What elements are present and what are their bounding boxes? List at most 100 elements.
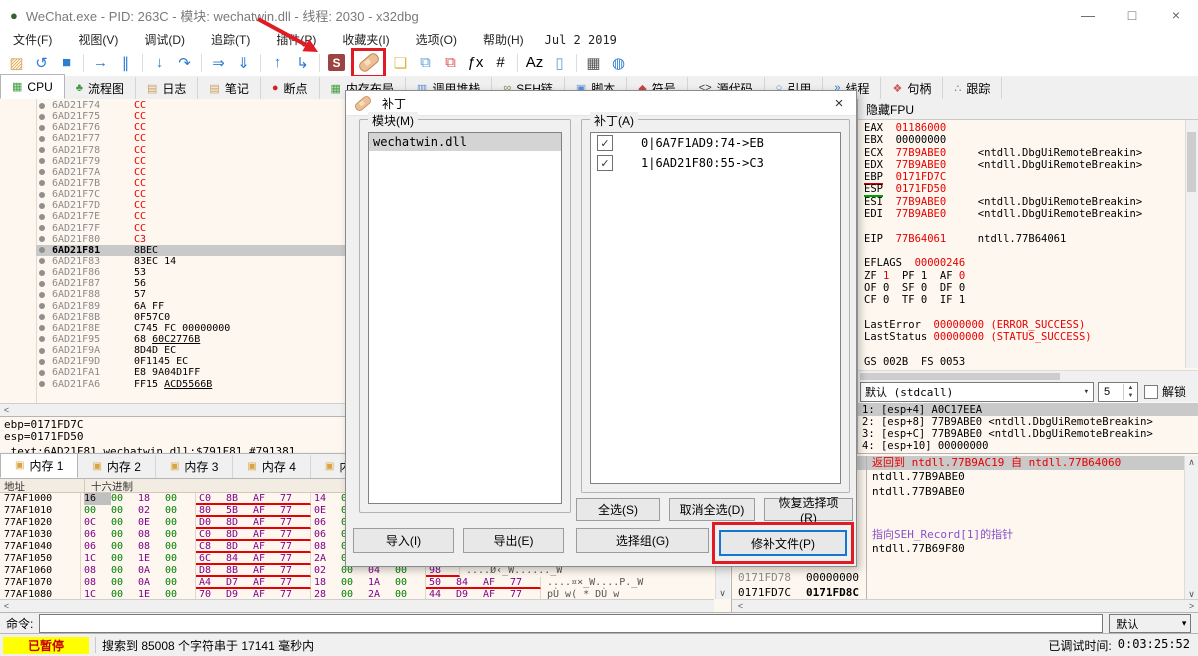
tab-handles[interactable]: ❖句柄 [881,77,943,99]
dump-tab-4[interactable]: ▣内存 4 [233,455,310,478]
dump-row[interactable]: 77AF107008000A00A4D7AF7718001A005084AF77… [0,577,731,589]
breakpoint-dot[interactable] [39,303,45,309]
register-row[interactable]: OF 0 SF 0 DF 0 [864,282,1191,294]
menu-item-1[interactable]: 视图(V) [65,31,131,48]
breakpoint-dot[interactable] [39,147,45,153]
register-row[interactable]: ZF 1 PF 1 AF 0 [864,270,1191,282]
register-row[interactable]: EIP 77B64061 ntdll.77B64061 [864,233,1191,245]
breakpoint-dot[interactable] [39,180,45,186]
register-row[interactable] [864,245,1191,257]
bookmark-icon[interactable]: ⧉ [439,52,462,74]
register-row[interactable]: EBP 0171FD7C [864,171,1191,183]
patch-file-button[interactable]: 修补文件(P) [719,530,847,556]
breakpoint-dot[interactable] [39,258,45,264]
register-row[interactable]: EAX 01186000 [864,122,1191,134]
breakpoint-dot[interactable] [39,203,45,209]
deselect-all-button[interactable]: 取消全选(D) [669,498,755,521]
scroll-left-icon[interactable]: < [734,600,747,612]
register-row[interactable] [864,220,1191,232]
breakpoint-dot[interactable] [39,281,45,287]
scrollbar-thumb[interactable] [1187,132,1196,192]
scroll-left-icon[interactable]: < [0,404,13,416]
breakpoint-dot[interactable] [39,325,45,331]
argument-row[interactable]: 3: [esp+C] 77B9ABE0 <ntdll.DbgUiRemoteBr… [858,428,1198,440]
modules-icon[interactable]: ▯ [548,52,571,74]
select-group-button[interactable]: 选择组(G) [576,528,709,553]
register-row[interactable]: LastStatus 00000000 (STATUS_SUCCESS) [864,331,1191,343]
breakpoint-dot[interactable] [39,225,45,231]
scroll-left-icon[interactable]: < [0,600,13,612]
breakpoint-dot[interactable] [39,125,45,131]
registers-vscrollbar[interactable] [1185,120,1198,368]
calculator-icon[interactable]: ▦ [582,52,605,74]
scroll-up-icon[interactable]: ∧ [1185,456,1198,468]
argument-count-stepper[interactable]: 5 ▲ ▼ [1098,382,1138,402]
scroll-right-icon[interactable]: > [1185,600,1198,612]
breakpoint-dot[interactable] [39,103,45,109]
open-file-icon[interactable]: ▨ [5,52,28,74]
patch-icon[interactable] [357,52,380,74]
step-over-icon[interactable]: ↷ [173,52,196,74]
tab-graph[interactable]: ♣流程图 [65,77,136,99]
menu-item-0[interactable]: 文件(F) [0,31,65,48]
register-row[interactable]: LastError 00000000 (ERROR_SUCCESS) [864,319,1191,331]
case-icon[interactable]: Az [523,52,546,74]
argument-row[interactable]: 4: [esp+10] 00000000 [858,440,1198,452]
restart-icon[interactable]: ↺ [30,52,53,74]
breakpoint-dot[interactable] [39,270,45,276]
tab-cpu[interactable]: ▦CPU [0,74,65,99]
command-mode-select[interactable]: 默认 ▾ [1109,614,1191,633]
module-item[interactable]: wechatwin.dll [369,133,561,151]
breakpoint-dot[interactable] [39,359,45,365]
label-icon[interactable]: ⧉ [414,52,437,74]
command-input[interactable] [39,614,1103,633]
tab-log[interactable]: ▤日志 [136,77,198,99]
module-list[interactable]: wechatwin.dll [368,132,562,504]
select-all-button[interactable]: 全选(S) [576,498,660,521]
tab-breakpoints[interactable]: ●断点 [261,77,320,99]
register-row[interactable]: ESP 0171FD50 [864,183,1191,195]
stack-hscrollbar[interactable]: < > [732,599,1198,613]
patch-list[interactable]: ✓0|6A7F1AD9:74->EB✓1|6AD21F80:55->C3 [590,132,841,484]
breakpoint-dot[interactable] [39,114,45,120]
hide-fpu-button[interactable]: 隐藏FPU [858,99,1198,120]
register-row[interactable]: EDX 77B9ABE0 <ntdll.DbgUiRemoteBreakin> [864,159,1191,171]
patch-checkbox[interactable]: ✓ [597,135,613,151]
breakpoint-dot[interactable] [39,314,45,320]
stop-icon[interactable]: ■ [55,52,78,74]
register-row[interactable]: EFLAGS 00000246 [864,257,1191,269]
patch-item[interactable]: ✓0|6A7F1AD9:74->EB [591,133,840,153]
dump-tab-2[interactable]: ▣内存 2 [78,455,155,478]
breakpoint-dot[interactable] [39,370,45,376]
argument-row[interactable]: 2: [esp+8] 77B9ABE0 <ntdll.DbgUiRemoteBr… [858,416,1198,428]
dump-hscrollbar[interactable]: < [0,599,714,613]
register-row[interactable] [864,306,1191,318]
run-icon[interactable]: → [89,52,112,74]
step-out-icon[interactable]: ↑ [266,52,289,74]
register-row[interactable]: ESI 77B9ABE0 <ntdll.DbgUiRemoteBreakin> [864,196,1191,208]
patch-item[interactable]: ✓1|6AD21F80:55->C3 [591,153,840,173]
patch-checkbox[interactable]: ✓ [597,155,613,171]
unlock-checkbox[interactable] [1144,385,1158,399]
register-row[interactable]: EDI 77B9ABE0 <ntdll.DbgUiRemoteBreakin> [864,208,1191,220]
step-into-icon[interactable]: ↓ [148,52,171,74]
spin-down-icon[interactable]: ▼ [1124,392,1137,400]
function-icon[interactable]: ƒx [464,52,487,74]
export-button[interactable]: 导出(E) [463,528,564,553]
execute-till-return-icon[interactable]: ⇓ [232,52,255,74]
breakpoint-dot[interactable] [39,158,45,164]
breakpoint-dot[interactable] [39,247,45,253]
globe-icon[interactable]: ◍ [607,52,630,74]
stack-row[interactable]: 0171FD7C0171FD8C [732,586,1184,600]
breakpoint-dot[interactable] [39,192,45,198]
menu-item-7[interactable]: 帮助(H) [470,31,537,48]
stack-row[interactable]: 0171FD7800000000 [732,571,1184,585]
breakpoint-dot[interactable] [39,381,45,387]
pause-icon[interactable]: ∥ [114,52,137,74]
argument-row[interactable]: 1: [esp+4] A0C17EEA [858,404,1198,416]
tab-trace[interactable]: ∴跟踪 [943,77,1002,99]
dump-tab-3[interactable]: ▣内存 3 [156,455,233,478]
register-row[interactable]: ECX 77B9ABE0 <ntdll.DbgUiRemoteBreakin> [864,147,1191,159]
breakpoint-dot[interactable] [39,348,45,354]
dump-tab-1[interactable]: ▣内存 1 [0,453,78,478]
